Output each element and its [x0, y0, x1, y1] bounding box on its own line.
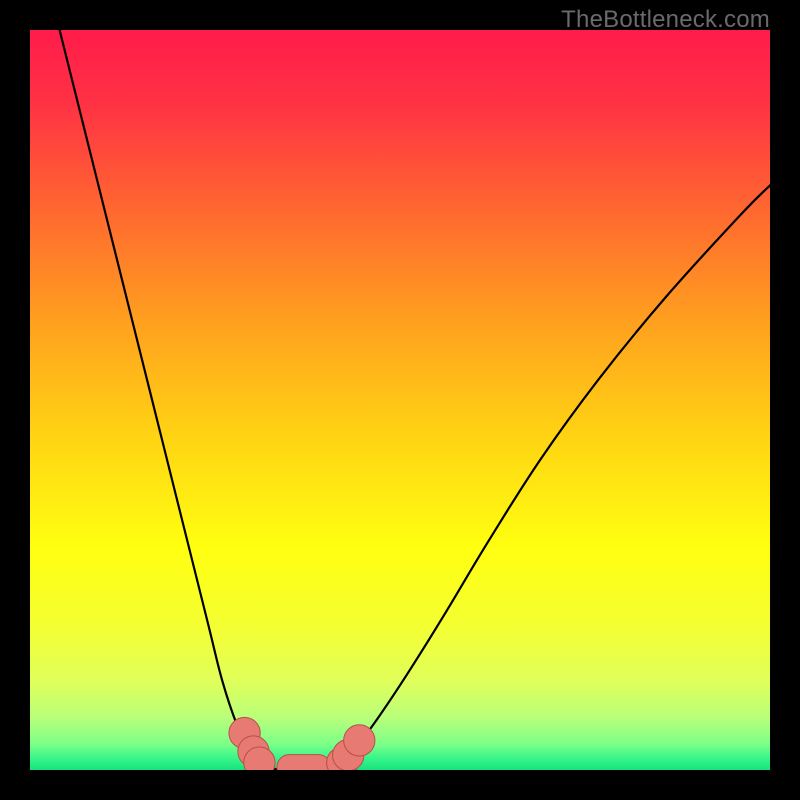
- trough-pill: [277, 755, 331, 770]
- plot-svg: [30, 30, 770, 770]
- dot-right-upper: [344, 725, 375, 756]
- gradient-background: [30, 30, 770, 770]
- chart-frame: TheBottleneck.com: [0, 0, 800, 800]
- watermark-text: TheBottleneck.com: [561, 6, 770, 34]
- plot-area: [30, 30, 770, 770]
